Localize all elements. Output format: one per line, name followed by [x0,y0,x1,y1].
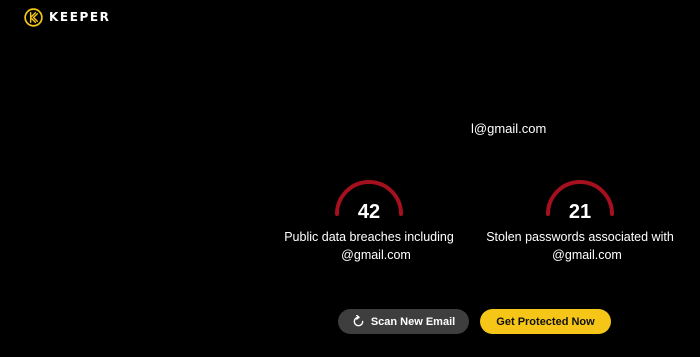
get-protected-now-label: Get Protected Now [496,315,595,328]
refresh-icon [353,315,364,327]
breaches-stat: 42 Public data breaches including @gmail… [274,176,464,264]
scan-new-email-button[interactable]: Scan New Email [338,309,469,334]
stolen-passwords-label-line1: Stolen passwords associated with [486,230,674,244]
breaches-label-email: @gmail.com [341,248,411,262]
breaches-count: 42 [357,201,381,223]
keeper-logo[interactable]: KEEPER [24,6,111,28]
scanned-email: l@gmail.com [471,121,547,136]
stolen-passwords-stat: 21 Stolen passwords associated with @gma… [485,176,675,264]
scan-new-email-label: Scan New Email [370,315,456,328]
stolen-passwords-label: Stolen passwords associated with @gmail.… [485,228,675,264]
stolen-passwords-gauge: 21 [540,176,620,222]
keeper-logo-icon [24,7,43,27]
stolen-passwords-count: 21 [568,201,592,223]
breaches-gauge: 42 [329,176,409,222]
breaches-label-line1: Public data breaches including [284,230,454,244]
stolen-passwords-label-email: @gmail.com [552,248,622,262]
get-protected-now-button[interactable]: Get Protected Now [480,309,611,334]
breaches-label: Public data breaches including @gmail.co… [274,228,464,264]
brand-name: KEEPER [49,10,111,24]
